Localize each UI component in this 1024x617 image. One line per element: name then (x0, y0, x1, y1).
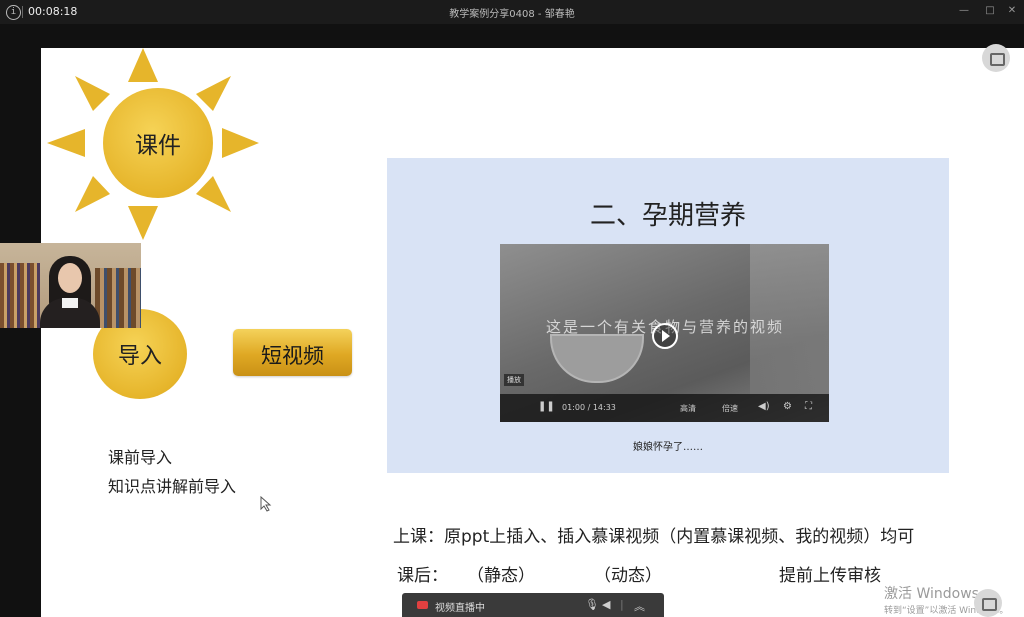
share-icon (982, 598, 997, 611)
static-label: （静态） (467, 566, 535, 586)
mouse-cursor-icon (260, 496, 272, 512)
divider: | (620, 598, 624, 611)
upload-note: 提前上传审核 (779, 566, 881, 586)
content-panel: 二、孕期营养 这是一个有关食物与营养的视频 播放 ❚❚ 01:00 / 14:3… (387, 158, 949, 473)
video-player[interactable]: 这是一个有关食物与营养的视频 播放 ❚❚ 01:00 / 14:33 高清 倍速… (500, 244, 829, 422)
video-caption: 娘娘怀孕了…… (633, 442, 703, 453)
mic-icon[interactable]: 🎙 (585, 598, 599, 611)
camera-icon (417, 601, 428, 609)
after-class-label: 课后： (397, 566, 448, 586)
bookshelf (0, 263, 40, 328)
bookshelf (95, 268, 141, 328)
presenter-face (58, 263, 82, 293)
dynamic-label: （动态） (594, 566, 662, 586)
volume-icon[interactable]: ◀) (758, 401, 770, 412)
collapse-icon[interactable]: ︽ (634, 598, 645, 614)
pause-icon[interactable]: ❚❚ (538, 401, 555, 412)
play-icon[interactable] (652, 323, 678, 349)
picture-in-picture-button[interactable] (982, 44, 1010, 72)
webcam-video[interactable] (0, 243, 141, 328)
title-bar: i 00:08:18 教学案例分享0408 - 邹春艳 — □ ✕ (0, 0, 1024, 24)
live-toolbar: 视频直播中 🎙 ◀ | ︽ (402, 593, 664, 617)
pip-icon (990, 53, 1005, 66)
speaker-icon[interactable]: ◀ (602, 598, 610, 611)
minimize-icon[interactable]: — (958, 5, 970, 17)
live-status: 视频直播中 (435, 603, 485, 614)
share-button[interactable] (974, 589, 1002, 617)
window-title: 教学案例分享0408 - 邹春艳 (449, 9, 575, 20)
courseware-label: 课件 (135, 133, 181, 159)
presenter-collar (62, 298, 78, 308)
quality-button[interactable]: 高清 (680, 403, 696, 414)
short-video-label: 短视频 (261, 344, 324, 368)
maximize-icon[interactable]: □ (984, 5, 996, 17)
fullscreen-icon[interactable]: ⛶ (805, 401, 812, 412)
intro-line: 课前导入 (108, 448, 173, 467)
settings-icon[interactable]: ⚙ (783, 401, 792, 412)
sun-graphic: 课件 (47, 48, 259, 240)
video-time: 01:00 / 14:33 (562, 403, 616, 412)
activation-watermark: 激活 Windows (884, 586, 979, 602)
video-controls: ❚❚ 01:00 / 14:33 高清 倍速 ◀) ⚙ ⛶ (500, 394, 829, 422)
close-icon[interactable]: ✕ (1006, 5, 1018, 17)
speed-button[interactable]: 倍速 (722, 403, 738, 414)
in-class-text: 上课：原ppt上插入、插入慕课视频（内置慕课视频、我的视频）均可 (393, 527, 915, 547)
slide: 课件 导入 短视频 课前导入 知识点讲解前导入 二、孕期营养 这是一个有关食物与… (41, 48, 1024, 617)
video-badge: 播放 (504, 374, 524, 386)
short-video-button[interactable]: 短视频 (233, 329, 352, 376)
panel-title: 二、孕期营养 (589, 201, 746, 231)
intro-line: 知识点讲解前导入 (108, 477, 237, 496)
intro-label: 导入 (117, 344, 162, 369)
